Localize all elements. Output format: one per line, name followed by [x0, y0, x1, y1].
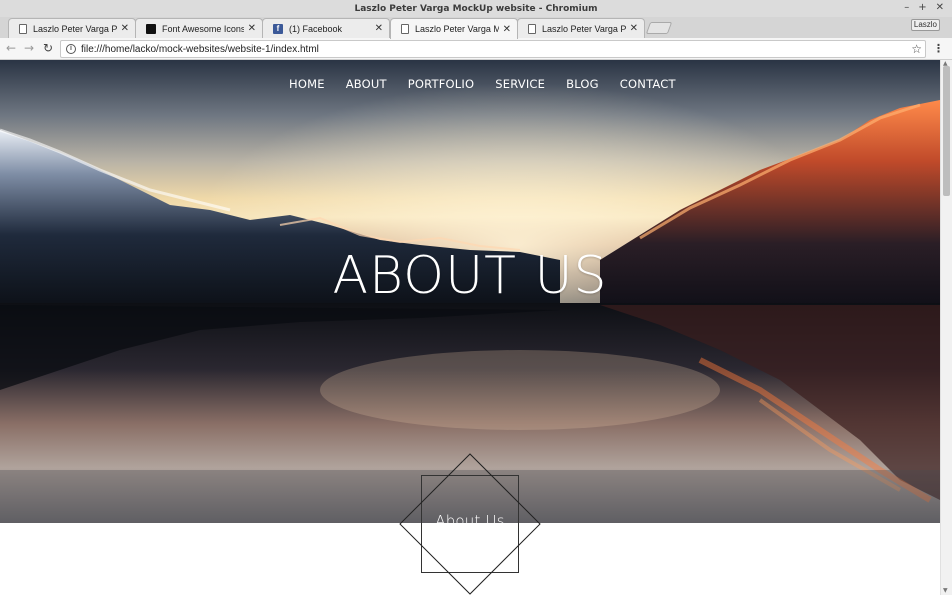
- section-heading: About Us: [435, 512, 505, 530]
- tab-label: (1) Facebook: [289, 23, 343, 34]
- nav-home[interactable]: HOME: [289, 77, 325, 91]
- page-icon: [19, 23, 27, 34]
- tab-close-icon[interactable]: ✕: [630, 23, 638, 34]
- close-window-icon[interactable]: ✕: [936, 2, 944, 14]
- tab-label: Laszlo Peter Varga Port: [33, 23, 117, 34]
- tab-close-icon[interactable]: ✕: [248, 23, 256, 34]
- title-bar: Laszlo Peter Varga MockUp website - Chro…: [0, 0, 952, 17]
- window-controls: – + ✕: [904, 2, 944, 14]
- facebook-icon: f: [273, 23, 283, 34]
- page-icon: [401, 24, 409, 34]
- new-tab-button[interactable]: [645, 22, 673, 34]
- tab-label: Laszlo Peter Varga Port: [542, 23, 626, 34]
- nav-about[interactable]: ABOUT: [346, 77, 387, 91]
- page-icon: [528, 23, 536, 34]
- minimize-icon[interactable]: –: [904, 2, 909, 14]
- tab-close-icon[interactable]: ✕: [121, 23, 129, 34]
- browser-toolbar: ← → ↻ i file:///home/lacko/mock-websites…: [0, 38, 952, 60]
- maximize-icon[interactable]: +: [918, 2, 926, 14]
- forward-arrow-icon[interactable]: →: [22, 41, 36, 56]
- tab-strip: Laszlo Peter Varga Port ✕ Font Awesome I…: [0, 17, 952, 39]
- main-nav: HOME ABOUT PORTFOLIO SERVICE BLOG CONTAC…: [289, 77, 676, 91]
- menu-dots-icon[interactable]: ⋮: [933, 42, 944, 56]
- tab-facebook[interactable]: f (1) Facebook ✕: [262, 18, 390, 38]
- scrollbar-thumb[interactable]: [943, 66, 950, 196]
- nav-portfolio[interactable]: PORTFOLIO: [408, 77, 474, 91]
- back-arrow-icon[interactable]: ←: [4, 41, 18, 56]
- url-text[interactable]: file:///home/lacko/mock-websites/website…: [81, 44, 319, 55]
- tab-portfolio-1[interactable]: Laszlo Peter Varga Port ✕: [8, 18, 136, 38]
- profile-button[interactable]: Laszlo: [910, 19, 940, 31]
- scroll-down-icon[interactable]: ▼: [943, 588, 948, 594]
- window-title: Laszlo Peter Varga MockUp website - Chro…: [354, 3, 598, 14]
- tab-font-awesome[interactable]: Font Awesome Icons ✕: [135, 18, 263, 38]
- bookmark-star-icon[interactable]: ☆: [911, 41, 922, 57]
- page-viewport: HOME ABOUT PORTFOLIO SERVICE BLOG CONTAC…: [0, 60, 940, 595]
- info-icon[interactable]: i: [66, 44, 76, 54]
- nav-contact[interactable]: CONTACT: [620, 77, 676, 91]
- tab-mockup-active[interactable]: Laszlo Peter Varga Moc ✕: [390, 18, 518, 39]
- browser-window: Laszlo Peter Varga MockUp website - Chro…: [0, 0, 952, 595]
- tab-close-icon[interactable]: ✕: [375, 23, 383, 34]
- tab-portfolio-2[interactable]: Laszlo Peter Varga Port ✕: [517, 18, 645, 38]
- tab-label: Font Awesome Icons: [162, 23, 244, 34]
- address-bar[interactable]: i file:///home/lacko/mock-websites/websi…: [60, 40, 926, 58]
- reload-icon[interactable]: ↻: [41, 41, 55, 56]
- page-scrollbar[interactable]: ▲ ▼: [940, 60, 952, 595]
- about-us-emblem: About Us: [399, 453, 541, 595]
- font-awesome-icon: [146, 23, 156, 34]
- nav-service[interactable]: SERVICE: [495, 77, 545, 91]
- tab-label: Laszlo Peter Varga Moc: [415, 24, 499, 34]
- nav-blog[interactable]: BLOG: [566, 77, 599, 91]
- hero-title: ABOUT US: [332, 246, 608, 306]
- tab-close-icon[interactable]: ✕: [503, 24, 511, 35]
